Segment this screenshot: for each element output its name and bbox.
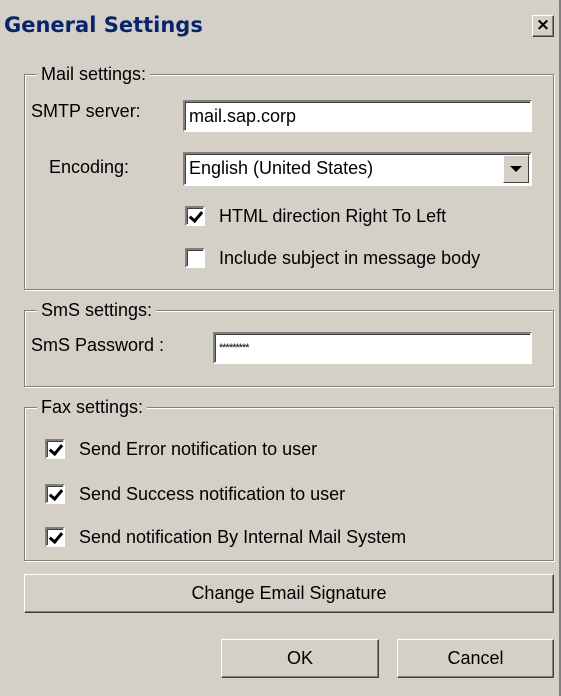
mail-settings-legend: Mail settings: [37,63,151,85]
rtl-checkbox-row[interactable]: HTML direction Right To Left [185,204,545,228]
error-notification-label: Send Error notification to user [79,439,318,459]
internal-mail-checkbox[interactable] [45,527,65,547]
change-email-signature-button[interactable]: Change Email Signature [24,574,554,613]
general-settings-dialog: General Settings × Mail settings: SMTP s… [0,0,561,696]
rtl-checkbox[interactable] [185,206,205,226]
dialog-title: General Settings [4,13,203,37]
encoding-select[interactable]: English (United States) [183,152,532,186]
fax-settings-legend: Fax settings: [37,396,148,418]
smtp-server-input[interactable] [183,100,532,132]
include-subject-checkbox-row[interactable]: Include subject in message body [185,246,549,270]
sms-settings-group: SmS settings: SmS Password : [24,299,554,387]
error-notification-checkbox[interactable] [45,439,65,459]
internal-mail-checkbox-row[interactable]: Send notification By Internal Mail Syste… [45,525,525,549]
ok-button[interactable]: OK [221,639,379,678]
include-subject-checkbox-label: Include subject in message body [219,248,481,268]
error-notification-checkbox-row[interactable]: Send Error notification to user [45,437,525,461]
smtp-server-label: SMTP server: [31,101,141,121]
close-icon[interactable]: × [532,15,554,37]
success-notification-label: Send Success notification to user [79,484,346,504]
title-bar: General Settings × [0,0,559,50]
fax-settings-group: Fax settings: Send Error notification to… [24,396,554,561]
internal-mail-label: Send notification By Internal Mail Syste… [79,527,407,547]
rtl-checkbox-label: HTML direction Right To Left [219,206,447,226]
encoding-selected-value: English (United States) [189,158,374,178]
sms-password-label: SmS Password : [31,335,165,355]
success-notification-checkbox-row[interactable]: Send Success notification to user [45,482,525,506]
sms-settings-legend: SmS settings: [37,299,157,321]
encoding-label: Encoding: [49,157,130,177]
success-notification-checkbox[interactable] [45,484,65,504]
cancel-button[interactable]: Cancel [397,639,554,678]
mail-settings-group: Mail settings: SMTP server: Encoding: En… [24,63,554,290]
include-subject-checkbox[interactable] [185,248,205,268]
chevron-down-icon[interactable] [503,155,529,183]
sms-password-input[interactable] [213,332,532,364]
